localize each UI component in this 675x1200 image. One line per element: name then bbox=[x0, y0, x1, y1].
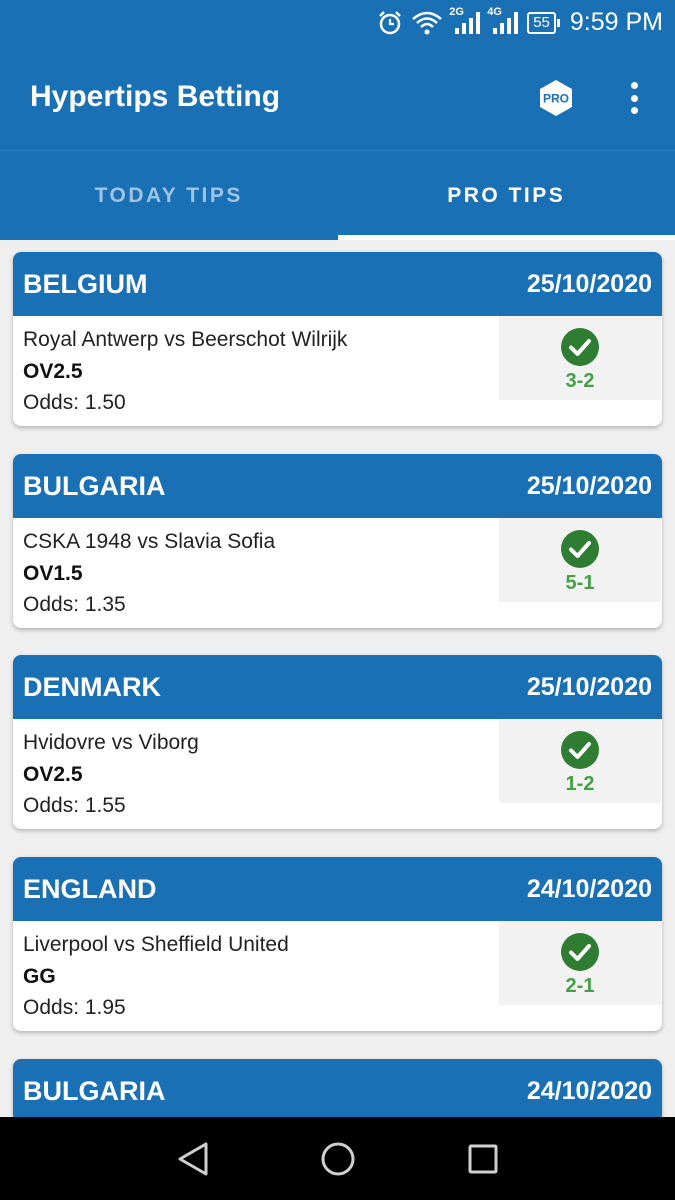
tip-card-header: BULGARIA 25/10/2020 bbox=[13, 454, 662, 518]
tip-card-header: BULGARIA 24/10/2020 bbox=[13, 1059, 662, 1117]
menu-dot-icon bbox=[630, 107, 638, 114]
tip-date: 25/10/2020 bbox=[526, 672, 652, 701]
tip-score: 1-2 bbox=[565, 773, 595, 795]
tip-date: 24/10/2020 bbox=[526, 874, 652, 903]
tip-odds: Odds: 1.55 bbox=[23, 794, 126, 817]
tip-card-body: Hvidovre vs Viborg OV2.5 Odds: 1.55 1-2 bbox=[13, 719, 662, 829]
tip-prediction: OV2.5 bbox=[23, 360, 83, 383]
menu-dot-icon bbox=[630, 94, 638, 102]
app-title: Hypertips Betting bbox=[30, 80, 281, 113]
tip-country: BULGARIA bbox=[23, 470, 166, 501]
tip-card-body: Royal Antwerp vs Beerschot Wilrijk OV2.5… bbox=[13, 316, 662, 426]
check-circle-icon bbox=[561, 530, 599, 568]
tip-result: 1-2 bbox=[499, 719, 661, 803]
tip-date: 24/10/2020 bbox=[526, 1076, 652, 1105]
tab-bar: TODAY TIPS PRO TIPS bbox=[0, 150, 675, 240]
tip-card-header: ENGLAND 24/10/2020 bbox=[13, 857, 662, 921]
tip-result: 3-2 bbox=[499, 316, 661, 400]
tip-prediction: OV2.5 bbox=[23, 763, 83, 786]
wifi-icon bbox=[411, 10, 443, 36]
tip-match: CSKA 1948 vs Slavia Sofia bbox=[23, 530, 276, 553]
pro-hexagon-icon: PRO bbox=[540, 80, 572, 116]
network-4g-label: 4G bbox=[487, 5, 502, 18]
tip-prediction: GG bbox=[23, 965, 56, 988]
battery-icon: 55 bbox=[527, 11, 560, 34]
signal-2g-icon: 2G bbox=[449, 6, 481, 36]
tip-card-body: Liverpool vs Sheffield United GG Odds: 1… bbox=[13, 921, 662, 1031]
tip-match: Royal Antwerp vs Beerschot Wilrijk bbox=[23, 328, 348, 351]
tip-card[interactable]: BELGIUM 25/10/2020 Royal Antwerp vs Beer… bbox=[13, 252, 662, 426]
tip-card[interactable]: BULGARIA 25/10/2020 CSKA 1948 vs Slavia … bbox=[13, 454, 662, 628]
menu-dot-icon bbox=[630, 82, 638, 89]
tip-country: BULGARIA bbox=[23, 1075, 166, 1106]
tip-date: 25/10/2020 bbox=[526, 471, 652, 500]
overflow-menu-button[interactable] bbox=[620, 78, 648, 118]
signal-4g-icon: 4G bbox=[487, 6, 519, 36]
tip-result: 2-1 bbox=[499, 921, 661, 1005]
system-nav-bar bbox=[0, 1117, 675, 1200]
check-circle-icon bbox=[561, 731, 599, 769]
tip-card-header: BELGIUM 25/10/2020 bbox=[13, 252, 662, 316]
tip-odds: Odds: 1.95 bbox=[23, 996, 126, 1019]
tips-list[interactable]: BELGIUM 25/10/2020 Royal Antwerp vs Beer… bbox=[0, 240, 675, 1117]
tip-date: 25/10/2020 bbox=[526, 269, 652, 298]
recents-square-icon bbox=[468, 1144, 497, 1173]
tip-card-body: CSKA 1948 vs Slavia Sofia OV1.5 Odds: 1.… bbox=[13, 518, 662, 628]
tip-card[interactable]: DENMARK 25/10/2020 Hvidovre vs Viborg OV… bbox=[13, 655, 662, 829]
tip-odds: Odds: 1.35 bbox=[23, 593, 126, 616]
tip-match: Liverpool vs Sheffield United bbox=[23, 933, 289, 956]
recents-button[interactable] bbox=[463, 1139, 503, 1179]
tip-score: 3-2 bbox=[565, 370, 595, 392]
tip-country: BELGIUM bbox=[23, 268, 148, 299]
tip-score: 5-1 bbox=[565, 572, 595, 594]
tip-card[interactable]: BULGARIA 24/10/2020 bbox=[13, 1059, 662, 1117]
status-bar: 2G 4G 55 9:59 PM bbox=[0, 0, 675, 45]
back-triangle-icon bbox=[178, 1142, 207, 1175]
pro-badge-button[interactable]: PRO bbox=[537, 79, 575, 117]
check-circle-icon bbox=[561, 933, 599, 971]
tip-prediction: OV1.5 bbox=[23, 562, 83, 585]
tip-result: 5-1 bbox=[499, 518, 661, 602]
network-2g-label: 2G bbox=[449, 5, 464, 18]
tip-score: 2-1 bbox=[565, 975, 595, 997]
home-button[interactable] bbox=[318, 1139, 358, 1179]
tip-country: DENMARK bbox=[23, 671, 161, 702]
app-bar: Hypertips Betting PRO bbox=[0, 45, 675, 152]
check-circle-icon bbox=[561, 328, 599, 366]
tab-today-tips[interactable]: TODAY TIPS bbox=[0, 151, 338, 240]
tip-match: Hvidovre vs Viborg bbox=[23, 731, 199, 754]
pro-badge-label: PRO bbox=[543, 92, 569, 106]
tip-card-header: DENMARK 25/10/2020 bbox=[13, 655, 662, 719]
alarm-icon bbox=[377, 10, 403, 36]
tip-card[interactable]: ENGLAND 24/10/2020 Liverpool vs Sheffiel… bbox=[13, 857, 662, 1031]
back-button[interactable] bbox=[173, 1139, 213, 1179]
status-clock: 9:59 PM bbox=[569, 8, 663, 36]
tip-odds: Odds: 1.50 bbox=[23, 391, 126, 414]
home-circle-icon bbox=[321, 1142, 354, 1175]
tab-pro-tips[interactable]: PRO TIPS bbox=[337, 151, 675, 240]
tip-country: ENGLAND bbox=[23, 873, 157, 904]
